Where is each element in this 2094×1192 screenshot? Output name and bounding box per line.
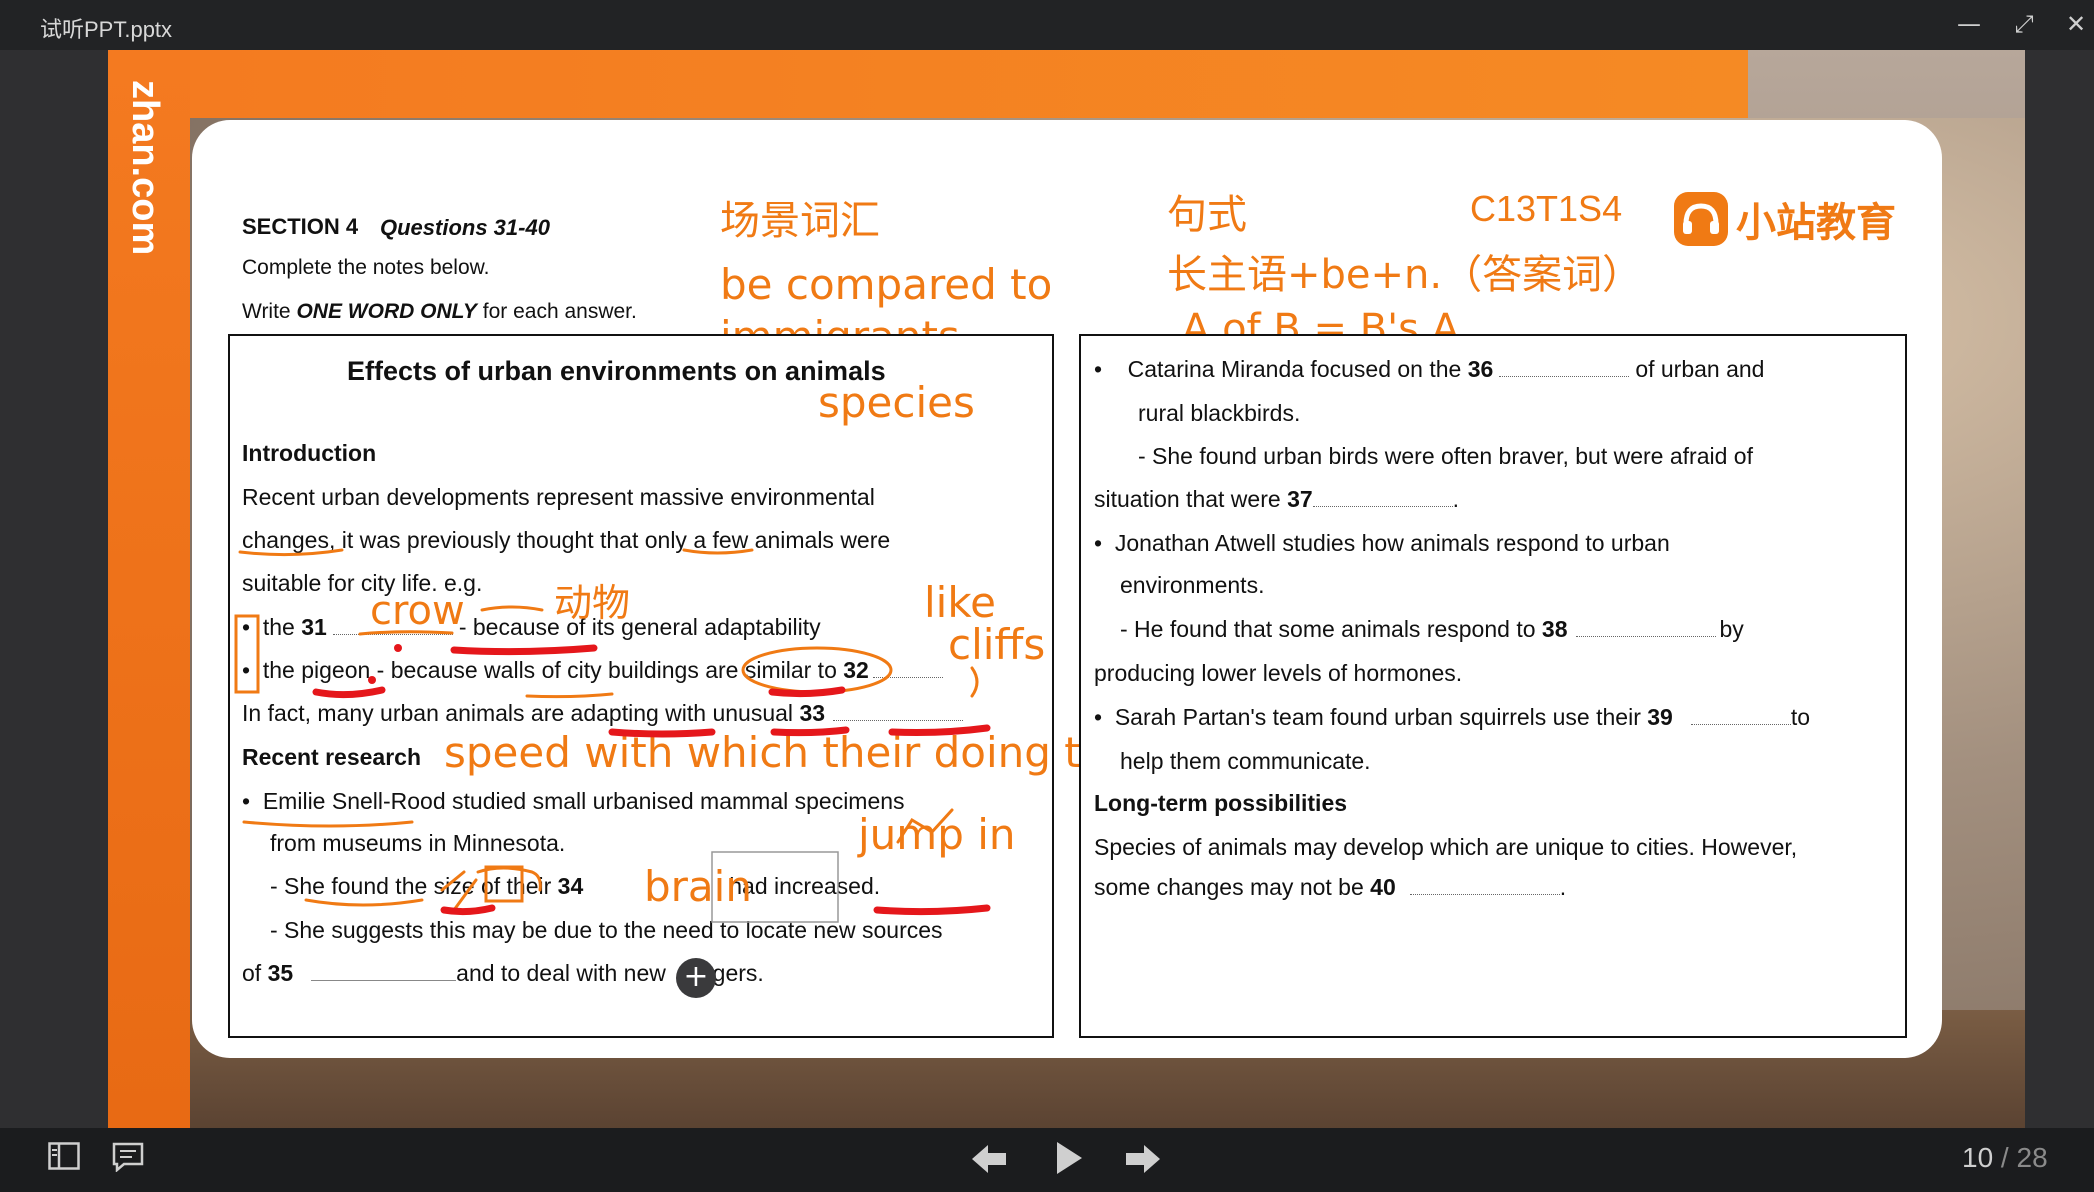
right-line-2: rural blackbirds. <box>1138 400 1301 426</box>
window-title: 试听PPT.pptx <box>40 17 173 42</box>
right-line-env: environments. <box>1120 572 1265 598</box>
next-slide-icon[interactable] <box>1124 1142 1162 1176</box>
right-line-37: situation that were 37. <box>1094 486 1460 512</box>
right-bullet-39: • Sarah Partan's team found urban squirr… <box>1094 704 1811 730</box>
longterm-line-40: some changes may not be 40. <box>1094 874 1567 900</box>
answer-blank-36 <box>1499 376 1630 377</box>
right-line-3: - She found urban birds were often brave… <box>1138 443 1753 469</box>
page-indicator: 10 / 28 <box>1962 1142 2048 1173</box>
play-icon[interactable] <box>1054 1140 1084 1176</box>
sidebar-toggle-icon[interactable] <box>48 1142 80 1170</box>
right-bullet-atwell: • Jonathan Atwell studies how animals re… <box>1094 530 1670 556</box>
slide-card: SECTION 4 Questions 31-40 Complete the n… <box>192 120 1942 1058</box>
close-icon[interactable]: ✕ <box>2062 10 2090 38</box>
answer-blank-37 <box>1312 506 1453 507</box>
longterm-line-1: Species of animals may develop which are… <box>1094 834 1798 860</box>
slide-canvas: zhan.com SECTION 4 Questions 31-40 Compl… <box>108 50 2025 1128</box>
answer-blank-39 <box>1690 724 1791 725</box>
right-bullet-36: • Catarina Miranda focused on the 36 of u… <box>1094 356 1765 382</box>
right-line-hormones: producing lower levels of hormones. <box>1094 660 1463 686</box>
right-margin <box>2025 50 2094 1128</box>
slide-orange-band <box>108 50 1748 118</box>
notes-icon[interactable] <box>112 1142 144 1172</box>
window-titlebar: 试听PPT.pptx — ⤢ ✕ <box>0 0 2094 50</box>
restore-icon[interactable]: ⤢ <box>2010 10 2038 38</box>
answer-blank-38 <box>1575 636 1716 637</box>
add-annotation-button[interactable]: + <box>676 958 716 998</box>
left-margin <box>0 50 108 1128</box>
right-line-communicate: help them communicate. <box>1120 748 1371 774</box>
longterm-heading: Long-term possibilities <box>1094 790 1348 816</box>
right-line-38: - He found that some animals respond to … <box>1120 616 1744 642</box>
answer-blank-40 <box>1409 894 1560 895</box>
side-logo: zhan.com <box>124 80 166 256</box>
minimize-icon[interactable]: — <box>1955 10 1983 38</box>
previous-slide-icon[interactable] <box>970 1142 1008 1176</box>
presentation-controls: 10 / 28 <box>0 1128 2094 1192</box>
